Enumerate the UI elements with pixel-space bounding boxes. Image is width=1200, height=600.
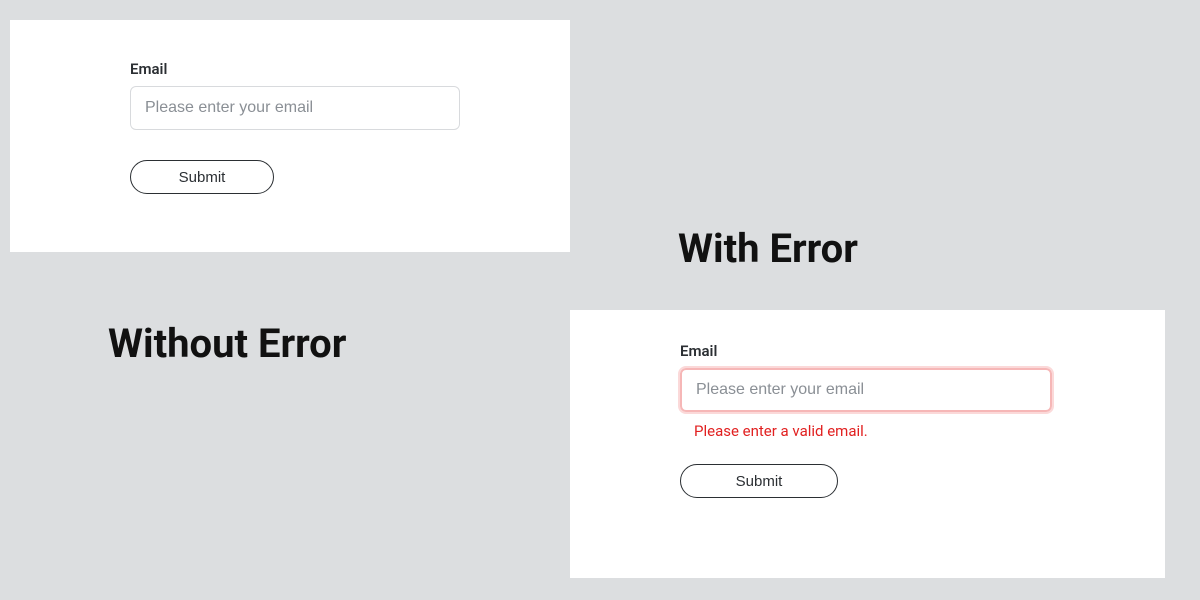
- form-panel-without-error: Email Submit: [10, 20, 570, 252]
- email-input[interactable]: [130, 86, 460, 130]
- heading-with-error: With Error: [678, 225, 858, 272]
- form-panel-with-error: Email Please enter a valid email. Submit: [570, 310, 1165, 578]
- email-input-error[interactable]: [680, 368, 1052, 412]
- email-error-message: Please enter a valid email.: [694, 422, 1045, 440]
- submit-button[interactable]: Submit: [130, 160, 274, 194]
- submit-button[interactable]: Submit: [680, 464, 838, 498]
- email-label: Email: [130, 60, 450, 78]
- email-label: Email: [680, 342, 1045, 360]
- heading-without-error: Without Error: [108, 320, 346, 367]
